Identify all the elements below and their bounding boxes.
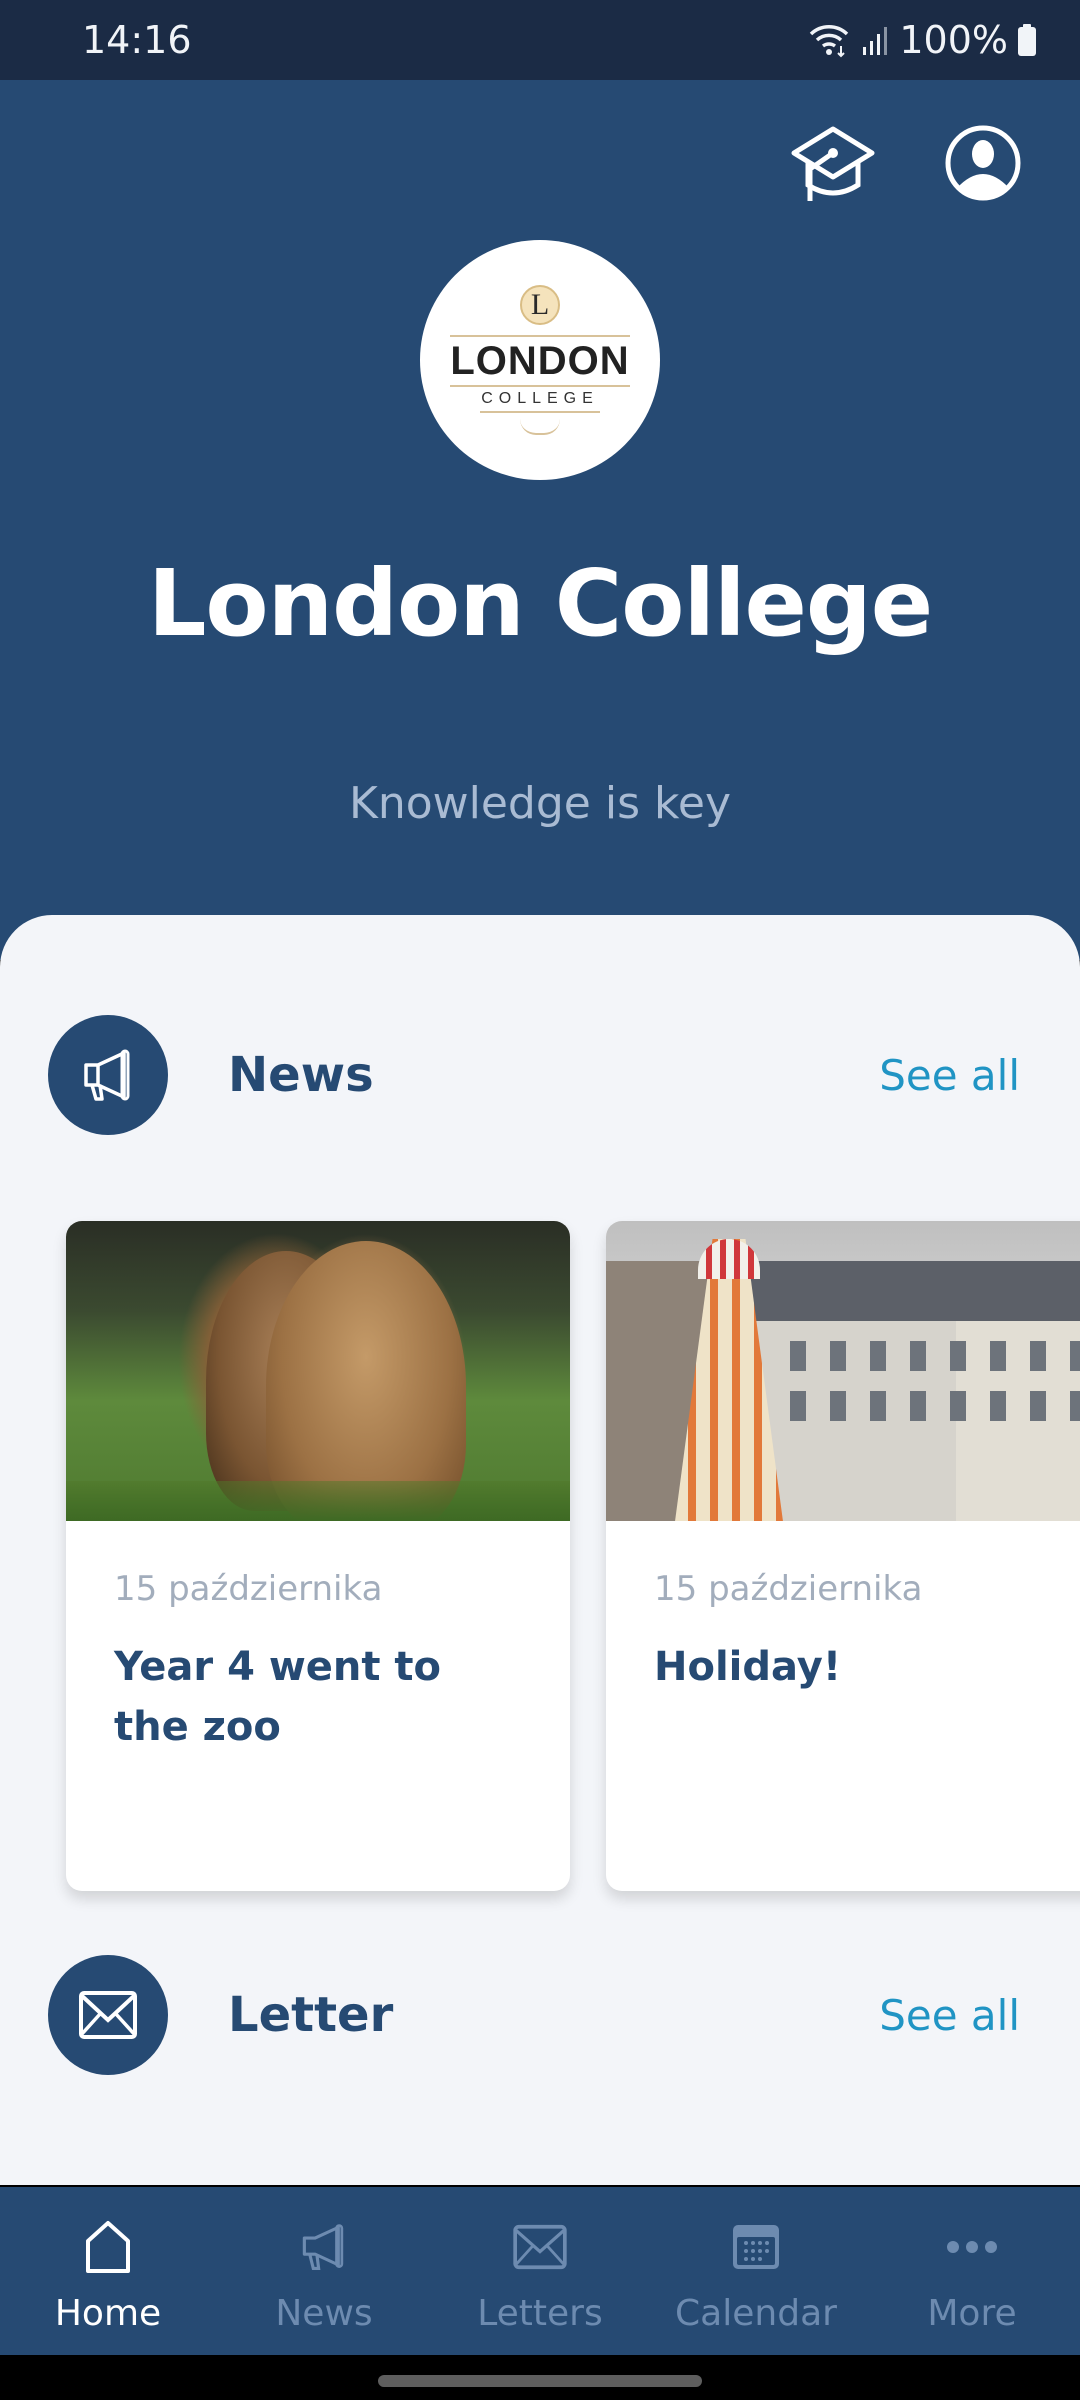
- calendar-icon: [733, 2225, 779, 2269]
- nav-label: Home: [54, 2293, 162, 2334]
- status-icons: 100%: [807, 18, 1036, 62]
- profile-icon: [945, 125, 1021, 201]
- logo-ornament: [520, 419, 560, 435]
- graduation-cap-icon: [791, 126, 875, 201]
- status-bar: 14:16 100%: [0, 0, 1080, 80]
- megaphone-icon: [84, 1049, 130, 1101]
- nav-item-news[interactable]: News: [216, 2187, 432, 2355]
- letter-section-title: Letter: [228, 1987, 394, 2043]
- home-gesture-handle[interactable]: [378, 2375, 702, 2387]
- logo-main-text: LONDON: [450, 339, 630, 383]
- news-see-all-link[interactable]: See all: [879, 1051, 1020, 1100]
- home-content: News See all 15 października Year 4 went…: [0, 915, 1080, 2185]
- news-card[interactable]: 15 października Holiday!: [606, 1221, 1080, 1891]
- nav-label: More: [927, 2293, 1017, 2334]
- more-icon: [947, 2241, 997, 2253]
- home-icon: [86, 2221, 130, 2273]
- news-card-date: 15 października: [654, 1569, 923, 1609]
- signal-icon: [861, 25, 889, 55]
- profile-button[interactable]: [938, 118, 1028, 208]
- wifi-icon: [807, 22, 851, 58]
- logo-divider: [450, 385, 630, 387]
- nav-item-home[interactable]: Home: [0, 2187, 216, 2355]
- letter-see-all-link[interactable]: See all: [879, 1991, 1020, 2040]
- news-section-header: News See all: [48, 1015, 1020, 1135]
- news-section-title: News: [228, 1047, 374, 1103]
- news-card-title: Holiday!: [654, 1644, 842, 1690]
- logo-sub-text: COLLEGE: [481, 390, 599, 407]
- nav-label: Letters: [477, 2293, 603, 2334]
- page-title: London College: [147, 550, 933, 657]
- letter-section-icon: [48, 1955, 168, 2075]
- helter-skelter-photo: [606, 1221, 1080, 1521]
- envelope-icon: [79, 1991, 137, 2039]
- status-time: 14:16: [82, 18, 192, 62]
- nav-item-calendar[interactable]: Calendar: [648, 2187, 864, 2355]
- nav-item-letters[interactable]: Letters: [432, 2187, 648, 2355]
- header-actions: [788, 118, 1028, 208]
- nav-label: Calendar: [675, 2293, 837, 2334]
- envelope-icon: [513, 2224, 567, 2270]
- logo-divider: [450, 335, 630, 337]
- nav-label: News: [275, 2293, 373, 2334]
- news-section-icon: [48, 1015, 168, 1135]
- bottom-nav: Home News Letters Calendar More: [0, 2187, 1080, 2355]
- logo-divider: [480, 411, 600, 413]
- page-tagline: Knowledge is key: [348, 778, 731, 829]
- news-card-title: Year 4 went to the zoo: [114, 1644, 442, 1750]
- courses-button[interactable]: [788, 118, 878, 208]
- battery-text: 100%: [899, 18, 1008, 62]
- battery-icon: [1018, 24, 1036, 56]
- megaphone-icon: [302, 2224, 344, 2270]
- system-gesture-bar: [0, 2355, 1080, 2400]
- letter-section-header: Letter See all: [48, 1955, 1020, 2075]
- news-card-date: 15 października: [114, 1569, 383, 1609]
- logo-initial: L: [520, 285, 560, 325]
- hero-header: L LONDON COLLEGE London College Knowledg…: [0, 80, 1080, 960]
- lions-photo: [66, 1221, 570, 1521]
- college-logo: L LONDON COLLEGE: [420, 240, 660, 480]
- news-card[interactable]: 15 października Year 4 went to the zoo: [66, 1221, 570, 1891]
- news-carousel[interactable]: 15 października Year 4 went to the zoo 1…: [66, 1221, 1080, 1891]
- nav-item-more[interactable]: More: [864, 2187, 1080, 2355]
